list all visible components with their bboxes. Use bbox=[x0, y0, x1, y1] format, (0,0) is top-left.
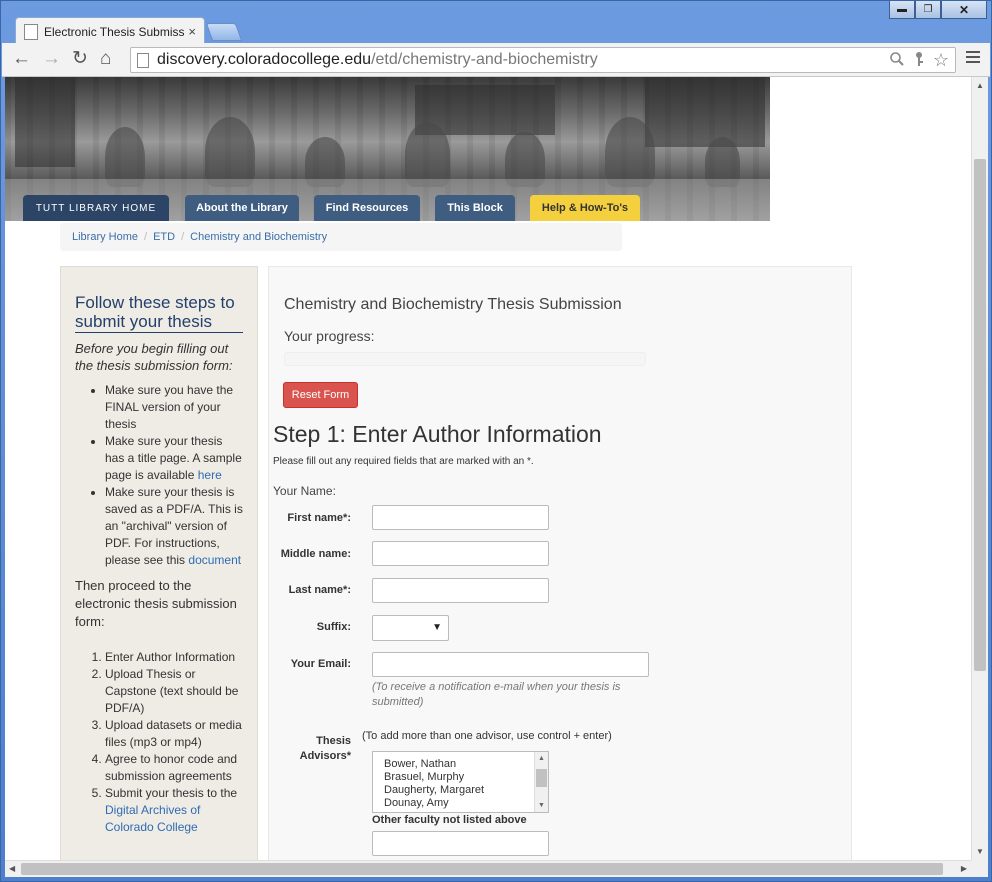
checklist-item: Make sure your thesis is saved as a PDF/… bbox=[105, 484, 243, 569]
key-icon[interactable] bbox=[913, 51, 925, 72]
forward-icon[interactable]: → bbox=[42, 49, 61, 69]
vertical-scroll-thumb[interactable] bbox=[974, 159, 986, 671]
omnibox-icons: ☆ bbox=[889, 51, 949, 72]
first-name-input[interactable] bbox=[372, 505, 549, 530]
scroll-down-icon[interactable]: ▼ bbox=[976, 847, 984, 856]
email-label: Your Email: bbox=[290, 658, 351, 670]
advisors-label: Thesis Advisors* bbox=[299, 735, 351, 762]
page-viewport: TUTT LIBRARY HOME About the Library Find… bbox=[5, 77, 971, 860]
chevron-down-icon: ▼ bbox=[432, 622, 442, 633]
nav-about-library[interactable]: About the Library bbox=[185, 195, 299, 221]
step-text: Enter Author Information bbox=[105, 650, 236, 664]
email-help-text: (To receive a notification e-mail when y… bbox=[372, 681, 621, 708]
breadcrumb-etd[interactable]: ETD bbox=[153, 231, 175, 243]
reset-form-button[interactable]: Reset Form bbox=[283, 382, 358, 408]
breadcrumb: Library Home / ETD / Chemistry and Bioch… bbox=[60, 223, 622, 251]
step-item: Enter Author Information bbox=[105, 649, 243, 666]
breadcrumb-library-home[interactable]: Library Home bbox=[72, 231, 138, 243]
step-item: Upload Thesis or Capstone (text should b… bbox=[105, 666, 243, 717]
step-item: Agree to honor code and submission agree… bbox=[105, 751, 243, 785]
checklist-item: Make sure you have the FINAL version of … bbox=[105, 382, 243, 433]
required-note: Please fill out any required fields that… bbox=[273, 456, 534, 467]
search-icon[interactable] bbox=[889, 51, 905, 72]
vertical-scrollbar[interactable]: ▲ ▼ bbox=[971, 77, 988, 860]
step-item: Submit your thesis to the Digital Archiv… bbox=[105, 785, 243, 836]
middle-name-input[interactable] bbox=[372, 541, 549, 566]
other-faculty-input[interactable] bbox=[372, 831, 549, 856]
step-title: Step 1: Enter Author Information bbox=[273, 421, 602, 447]
listbox-scrollbar[interactable]: ▲ ▼ bbox=[534, 752, 548, 812]
tab-close-icon[interactable]: × bbox=[188, 24, 196, 39]
horizontal-scroll-thumb[interactable] bbox=[21, 863, 943, 875]
scrollbar-corner bbox=[971, 860, 988, 877]
breadcrumb-separator: / bbox=[144, 231, 148, 243]
suffix-select[interactable]: ▼ bbox=[372, 615, 449, 641]
other-faculty-label: Other faculty not listed above bbox=[372, 814, 527, 826]
checklist: Make sure you have the FINAL version of … bbox=[75, 382, 243, 569]
scroll-up-icon[interactable]: ▲ bbox=[538, 755, 545, 762]
browser-toolbar: ← → ↻ ⌂ discovery.coloradocollege.edu/et… bbox=[2, 43, 990, 77]
form-title: Chemistry and Biochemistry Thesis Submis… bbox=[284, 296, 622, 313]
step-text: Submit your thesis to the bbox=[105, 786, 238, 800]
checklist-text: Make sure you have the FINAL version of … bbox=[105, 383, 234, 431]
pdfa-document-link[interactable]: document bbox=[188, 553, 241, 567]
breadcrumb-separator: / bbox=[181, 231, 185, 243]
advisors-listbox[interactable]: Bower, Nathan Brasuel, Murphy Daugherty,… bbox=[372, 751, 549, 813]
advisor-option[interactable]: Daugherty, Margaret bbox=[373, 784, 548, 797]
last-name-input[interactable] bbox=[372, 578, 549, 603]
progress-bar bbox=[284, 352, 646, 366]
step-text: Agree to honor code and submission agree… bbox=[105, 752, 238, 783]
page-icon bbox=[137, 52, 149, 68]
tab-strip: Electronic Thesis Submissi × bbox=[1, 15, 991, 45]
step-text: Upload Thesis or Capstone (text should b… bbox=[105, 667, 239, 715]
listbox-scroll-thumb[interactable] bbox=[536, 769, 547, 787]
browser-tab[interactable]: Electronic Thesis Submissi × bbox=[15, 17, 205, 45]
progress-label: Your progress: bbox=[284, 328, 375, 344]
url-host: discovery.coloradocollege.edu bbox=[157, 51, 372, 68]
bookmark-star-icon[interactable]: ☆ bbox=[933, 51, 949, 72]
sidebar-intro: Before you begin filling out the thesis … bbox=[75, 341, 233, 373]
menu-icon[interactable] bbox=[966, 51, 980, 66]
step-item: Upload datasets or media files (mp3 or m… bbox=[105, 717, 243, 751]
back-icon[interactable]: ← bbox=[12, 49, 31, 69]
scroll-left-icon[interactable]: ◀ bbox=[9, 864, 15, 873]
your-name-label: Your Name: bbox=[273, 484, 336, 498]
reload-icon[interactable]: ↻ bbox=[72, 49, 88, 69]
last-name-label: Last name*: bbox=[288, 584, 351, 596]
breadcrumb-chemistry[interactable]: Chemistry and Biochemistry bbox=[190, 231, 327, 243]
instructions-sidebar: Follow these steps to submit your thesis… bbox=[60, 266, 258, 860]
email-input[interactable] bbox=[372, 652, 649, 677]
checklist-item: Make sure your thesis has a title page. … bbox=[105, 433, 243, 484]
middle-name-label: Middle name: bbox=[280, 548, 351, 560]
sample-page-link[interactable]: here bbox=[198, 468, 222, 482]
page-icon bbox=[24, 23, 38, 40]
digital-archives-link[interactable]: Digital Archives of Colorado College bbox=[105, 803, 200, 834]
sidebar-heading: Follow these steps to submit your thesis bbox=[75, 293, 243, 333]
new-tab-button[interactable] bbox=[205, 23, 243, 41]
suffix-label: Suffix: bbox=[316, 621, 351, 633]
step-text: Upload datasets or media files (mp3 or m… bbox=[105, 718, 242, 749]
nav-help-howtos[interactable]: Help & How-To's bbox=[530, 195, 640, 221]
scroll-right-icon[interactable]: ▶ bbox=[961, 864, 967, 873]
scroll-down-icon[interactable]: ▼ bbox=[538, 802, 545, 809]
horizontal-scrollbar[interactable]: ◀ ▶ bbox=[5, 860, 971, 877]
tab-title: Electronic Thesis Submissi bbox=[44, 24, 185, 39]
sidebar-proceed: Then proceed to the electronic thesis su… bbox=[75, 578, 237, 629]
first-name-label: First name*: bbox=[287, 512, 351, 524]
advisor-option[interactable]: Brasuel, Murphy bbox=[373, 771, 548, 784]
steps-list: Enter Author Information Upload Thesis o… bbox=[75, 649, 243, 836]
advisor-option[interactable]: Bower, Nathan bbox=[373, 758, 548, 771]
address-bar[interactable]: discovery.coloradocollege.edu/etd/chemis… bbox=[130, 47, 956, 73]
scroll-up-icon[interactable]: ▲ bbox=[976, 81, 984, 90]
nav-this-block[interactable]: This Block bbox=[435, 195, 515, 221]
nav-library-home[interactable]: TUTT LIBRARY HOME bbox=[23, 195, 169, 221]
advisor-option[interactable]: Dounay, Amy bbox=[373, 797, 548, 810]
home-icon[interactable]: ⌂ bbox=[100, 49, 111, 69]
nav-find-resources[interactable]: Find Resources bbox=[314, 195, 420, 221]
url-path: /etd/chemistry-and-biochemistry bbox=[371, 51, 598, 68]
advisors-hint: (To add more than one advisor, use contr… bbox=[362, 730, 612, 742]
submission-form: Chemistry and Biochemistry Thesis Submis… bbox=[268, 266, 852, 860]
